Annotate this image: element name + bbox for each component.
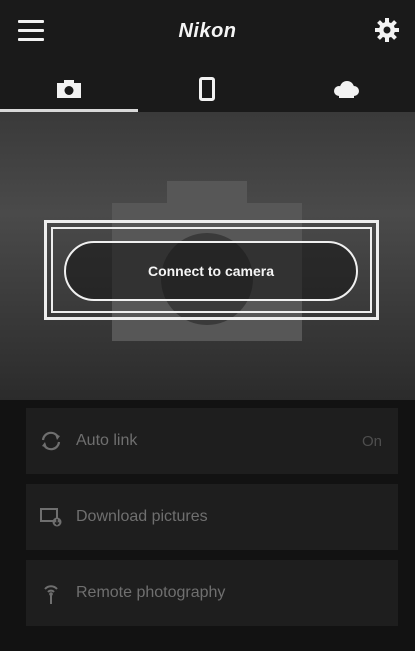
tab-cloud[interactable]	[277, 66, 415, 112]
download-pictures-icon	[40, 508, 62, 527]
download-pictures-label: Download pictures	[76, 508, 208, 525]
options-list: Auto link On Download pictures Remote ph…	[0, 400, 415, 651]
remote-antenna-icon	[44, 585, 58, 604]
remote-photography-label: Remote photography	[76, 584, 226, 601]
sync-icon	[41, 431, 61, 451]
gear-icon[interactable]	[373, 16, 401, 44]
camera-icon	[57, 80, 82, 98]
list-item-auto-link[interactable]: Auto link On	[26, 408, 398, 474]
cloud-icon	[333, 81, 359, 98]
top-bar: Nikon	[0, 0, 415, 66]
smartphone-icon	[199, 77, 216, 101]
auto-link-label: Auto link	[76, 432, 138, 449]
connect-to-camera-button[interactable]: Connect to camera	[64, 241, 358, 301]
app-screen: Nikon Connect to camera Auto link On Dow…	[0, 0, 415, 651]
tab-bar	[0, 66, 415, 112]
brand-logo: Nikon	[178, 20, 237, 42]
tab-camera[interactable]	[0, 66, 139, 112]
list-item-download-pictures[interactable]: Download pictures	[26, 484, 398, 550]
list-item-remote-photography[interactable]: Remote photography	[26, 560, 398, 626]
connect-panel: Connect to camera	[0, 113, 415, 400]
tab-smartphone[interactable]	[138, 66, 276, 112]
auto-link-status: On	[361, 432, 382, 450]
